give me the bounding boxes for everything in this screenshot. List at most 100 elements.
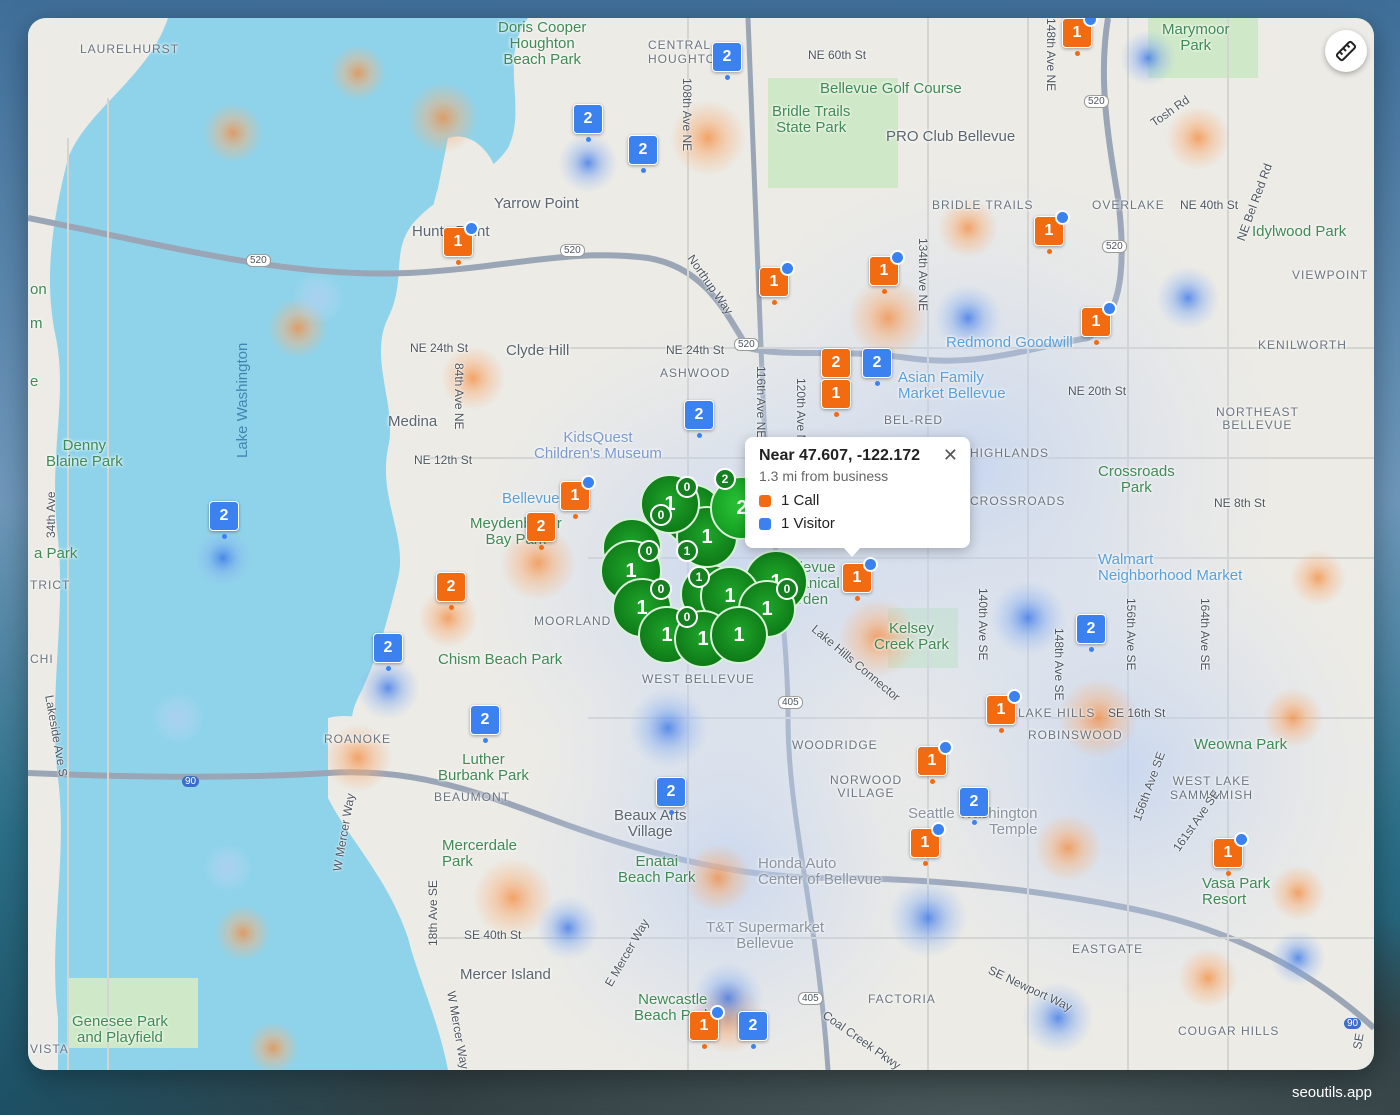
label-enatai: Enatai Beach Park bbox=[618, 853, 696, 886]
marker-pin bbox=[456, 260, 461, 265]
marker-visitor[interactable]: 2 bbox=[470, 705, 500, 743]
hwy-90-shield-2: 90 bbox=[1344, 1018, 1362, 1029]
visitor-dot bbox=[1102, 301, 1117, 316]
map-view[interactable]: LAURELHURST Doris Cooper Houghton Beach Pa… bbox=[28, 18, 1374, 1070]
marker-call[interactable]: 1 bbox=[443, 221, 479, 265]
street-ne40: NE 40th St bbox=[1180, 198, 1239, 212]
marker-count: 2 bbox=[536, 518, 546, 535]
marker-call[interactable]: 1 bbox=[759, 261, 795, 305]
marker-pin bbox=[222, 534, 227, 539]
label-tt-supermarket: T&T Supermarket Bellevue bbox=[706, 919, 825, 952]
label-genesee: Genesee Park and Playfield bbox=[72, 1013, 168, 1046]
marker-visitor[interactable]: 2 bbox=[684, 400, 714, 438]
label-viewpoint: VIEWPOINT bbox=[1292, 268, 1369, 282]
marker-call[interactable]: 1 bbox=[842, 557, 878, 601]
street-18th: 18th Ave SE bbox=[426, 880, 440, 946]
marker-call[interactable]: 1 bbox=[917, 740, 953, 784]
street-164th: 164th Ave SE bbox=[1198, 598, 1212, 671]
popup-visitors-label: 1 Visitor bbox=[781, 515, 835, 532]
marker-visitor[interactable]: 2 bbox=[1076, 614, 1106, 652]
marker-count: 1 bbox=[879, 262, 889, 279]
marker-count: 2 bbox=[872, 354, 882, 371]
marker-count: 2 bbox=[969, 793, 979, 810]
hwy-520-shield-1: 520 bbox=[246, 254, 271, 267]
marker-visitor[interactable]: 2 bbox=[373, 633, 403, 671]
cluster-count: 1 bbox=[724, 584, 736, 607]
marker-pin bbox=[930, 779, 935, 784]
close-icon[interactable]: ✕ bbox=[943, 445, 958, 466]
visitor-dot bbox=[938, 740, 953, 755]
cluster-badge: 0 bbox=[676, 476, 698, 498]
cluster-badge: 0 bbox=[676, 606, 698, 628]
street-se: SE bbox=[1350, 1032, 1367, 1051]
marker-call[interactable]: 1 bbox=[869, 250, 905, 294]
hwy-405-shield-1: 405 bbox=[778, 696, 803, 709]
label-overlake: OVERLAKE bbox=[1092, 198, 1165, 212]
cluster-badge: 2 bbox=[714, 468, 736, 490]
street-ne20: NE 20th St bbox=[1068, 384, 1127, 398]
marker-pin bbox=[449, 605, 454, 610]
marker-pin bbox=[999, 728, 1004, 733]
marker-call[interactable]: 1 bbox=[1062, 18, 1098, 56]
label-mercerdale: Mercerdale Park bbox=[442, 837, 518, 870]
marker-count: 2 bbox=[1086, 620, 1096, 637]
marker-visitor[interactable]: 2 bbox=[959, 787, 989, 825]
marker-visitor[interactable]: 2 bbox=[712, 42, 742, 80]
label-a-park: a Park bbox=[34, 545, 78, 562]
popup-calls-row: 1 Call bbox=[759, 492, 956, 509]
marker-count: 1 bbox=[996, 701, 1006, 718]
watermark: seoutils.app bbox=[1291, 1084, 1372, 1101]
marker-count: 1 bbox=[1091, 313, 1101, 330]
marker-pin bbox=[855, 596, 860, 601]
label-woodridge: WOODRIDGE bbox=[792, 738, 878, 752]
marker-visitor[interactable]: 2 bbox=[656, 777, 686, 815]
marker-pin bbox=[1047, 249, 1052, 254]
marker-visitor[interactable]: 2 bbox=[573, 104, 603, 142]
label-crossroads-park: Crossroads Park bbox=[1098, 463, 1175, 496]
marker-call[interactable]: 1 bbox=[821, 379, 851, 417]
street-ne12: NE 12th St bbox=[414, 453, 473, 467]
cluster-count: 1 bbox=[701, 525, 713, 548]
popup-distance: 1.3 mi from business bbox=[759, 468, 889, 484]
marker-call[interactable]: 1 bbox=[1213, 832, 1249, 876]
marker-pin bbox=[1075, 51, 1080, 56]
marker-call[interactable]: 1 bbox=[910, 822, 946, 866]
marker-visitor[interactable]: 2 bbox=[628, 135, 658, 173]
cluster-badge: 0 bbox=[650, 504, 672, 526]
marker-visitor[interactable]: 2 bbox=[209, 501, 239, 539]
label-northeast-bellevue: NORTHEAST BELLEVUE bbox=[1216, 405, 1299, 432]
visitor-dot bbox=[1007, 689, 1022, 704]
marker-call[interactable]: 1 bbox=[1034, 210, 1070, 254]
label-doris-cooper: Doris Cooper Houghton Beach Park bbox=[498, 19, 587, 68]
label-lake-hills: LAKE HILLS bbox=[1018, 706, 1096, 720]
marker-count: 2 bbox=[446, 578, 456, 595]
marker-call[interactable]: 2 bbox=[436, 572, 466, 610]
seattle-shore bbox=[28, 18, 168, 1070]
marker-count: 1 bbox=[453, 233, 463, 250]
marker-visitor[interactable]: 2 bbox=[738, 1011, 768, 1049]
street-34th: 34th Ave bbox=[44, 491, 58, 539]
cluster-badge: 0 bbox=[776, 578, 798, 600]
street-ne8: NE 8th St bbox=[1214, 496, 1266, 510]
marker-visitor[interactable]: 2 bbox=[862, 348, 892, 386]
marker-count: 2 bbox=[694, 406, 704, 423]
marker-pin bbox=[586, 137, 591, 142]
marker-call[interactable]: 1 bbox=[986, 689, 1022, 733]
marker-count: 2 bbox=[638, 141, 648, 158]
visitor-swatch bbox=[759, 517, 771, 530]
cluster-bubble[interactable]: 1 bbox=[710, 606, 768, 664]
label-cougar-hills: COUGAR HILLS bbox=[1178, 1024, 1280, 1038]
marker-call[interactable]: 2 bbox=[526, 512, 556, 550]
cluster-badge: 1 bbox=[676, 540, 698, 562]
ruler-button[interactable] bbox=[1325, 30, 1367, 72]
marker-count: 2 bbox=[666, 783, 676, 800]
ruler-icon bbox=[1335, 40, 1357, 62]
marker-count: 1 bbox=[1223, 844, 1233, 861]
marker-call[interactable]: 1 bbox=[1081, 301, 1117, 345]
cluster-count: 1 bbox=[761, 597, 773, 620]
marker-call[interactable]: 2 bbox=[821, 348, 851, 386]
marker-call[interactable]: 1 bbox=[689, 1005, 725, 1049]
label-roanoke: ROANOKE bbox=[324, 732, 392, 746]
label-weowna: Weowna Park bbox=[1194, 736, 1288, 753]
marker-count: 2 bbox=[722, 48, 732, 65]
